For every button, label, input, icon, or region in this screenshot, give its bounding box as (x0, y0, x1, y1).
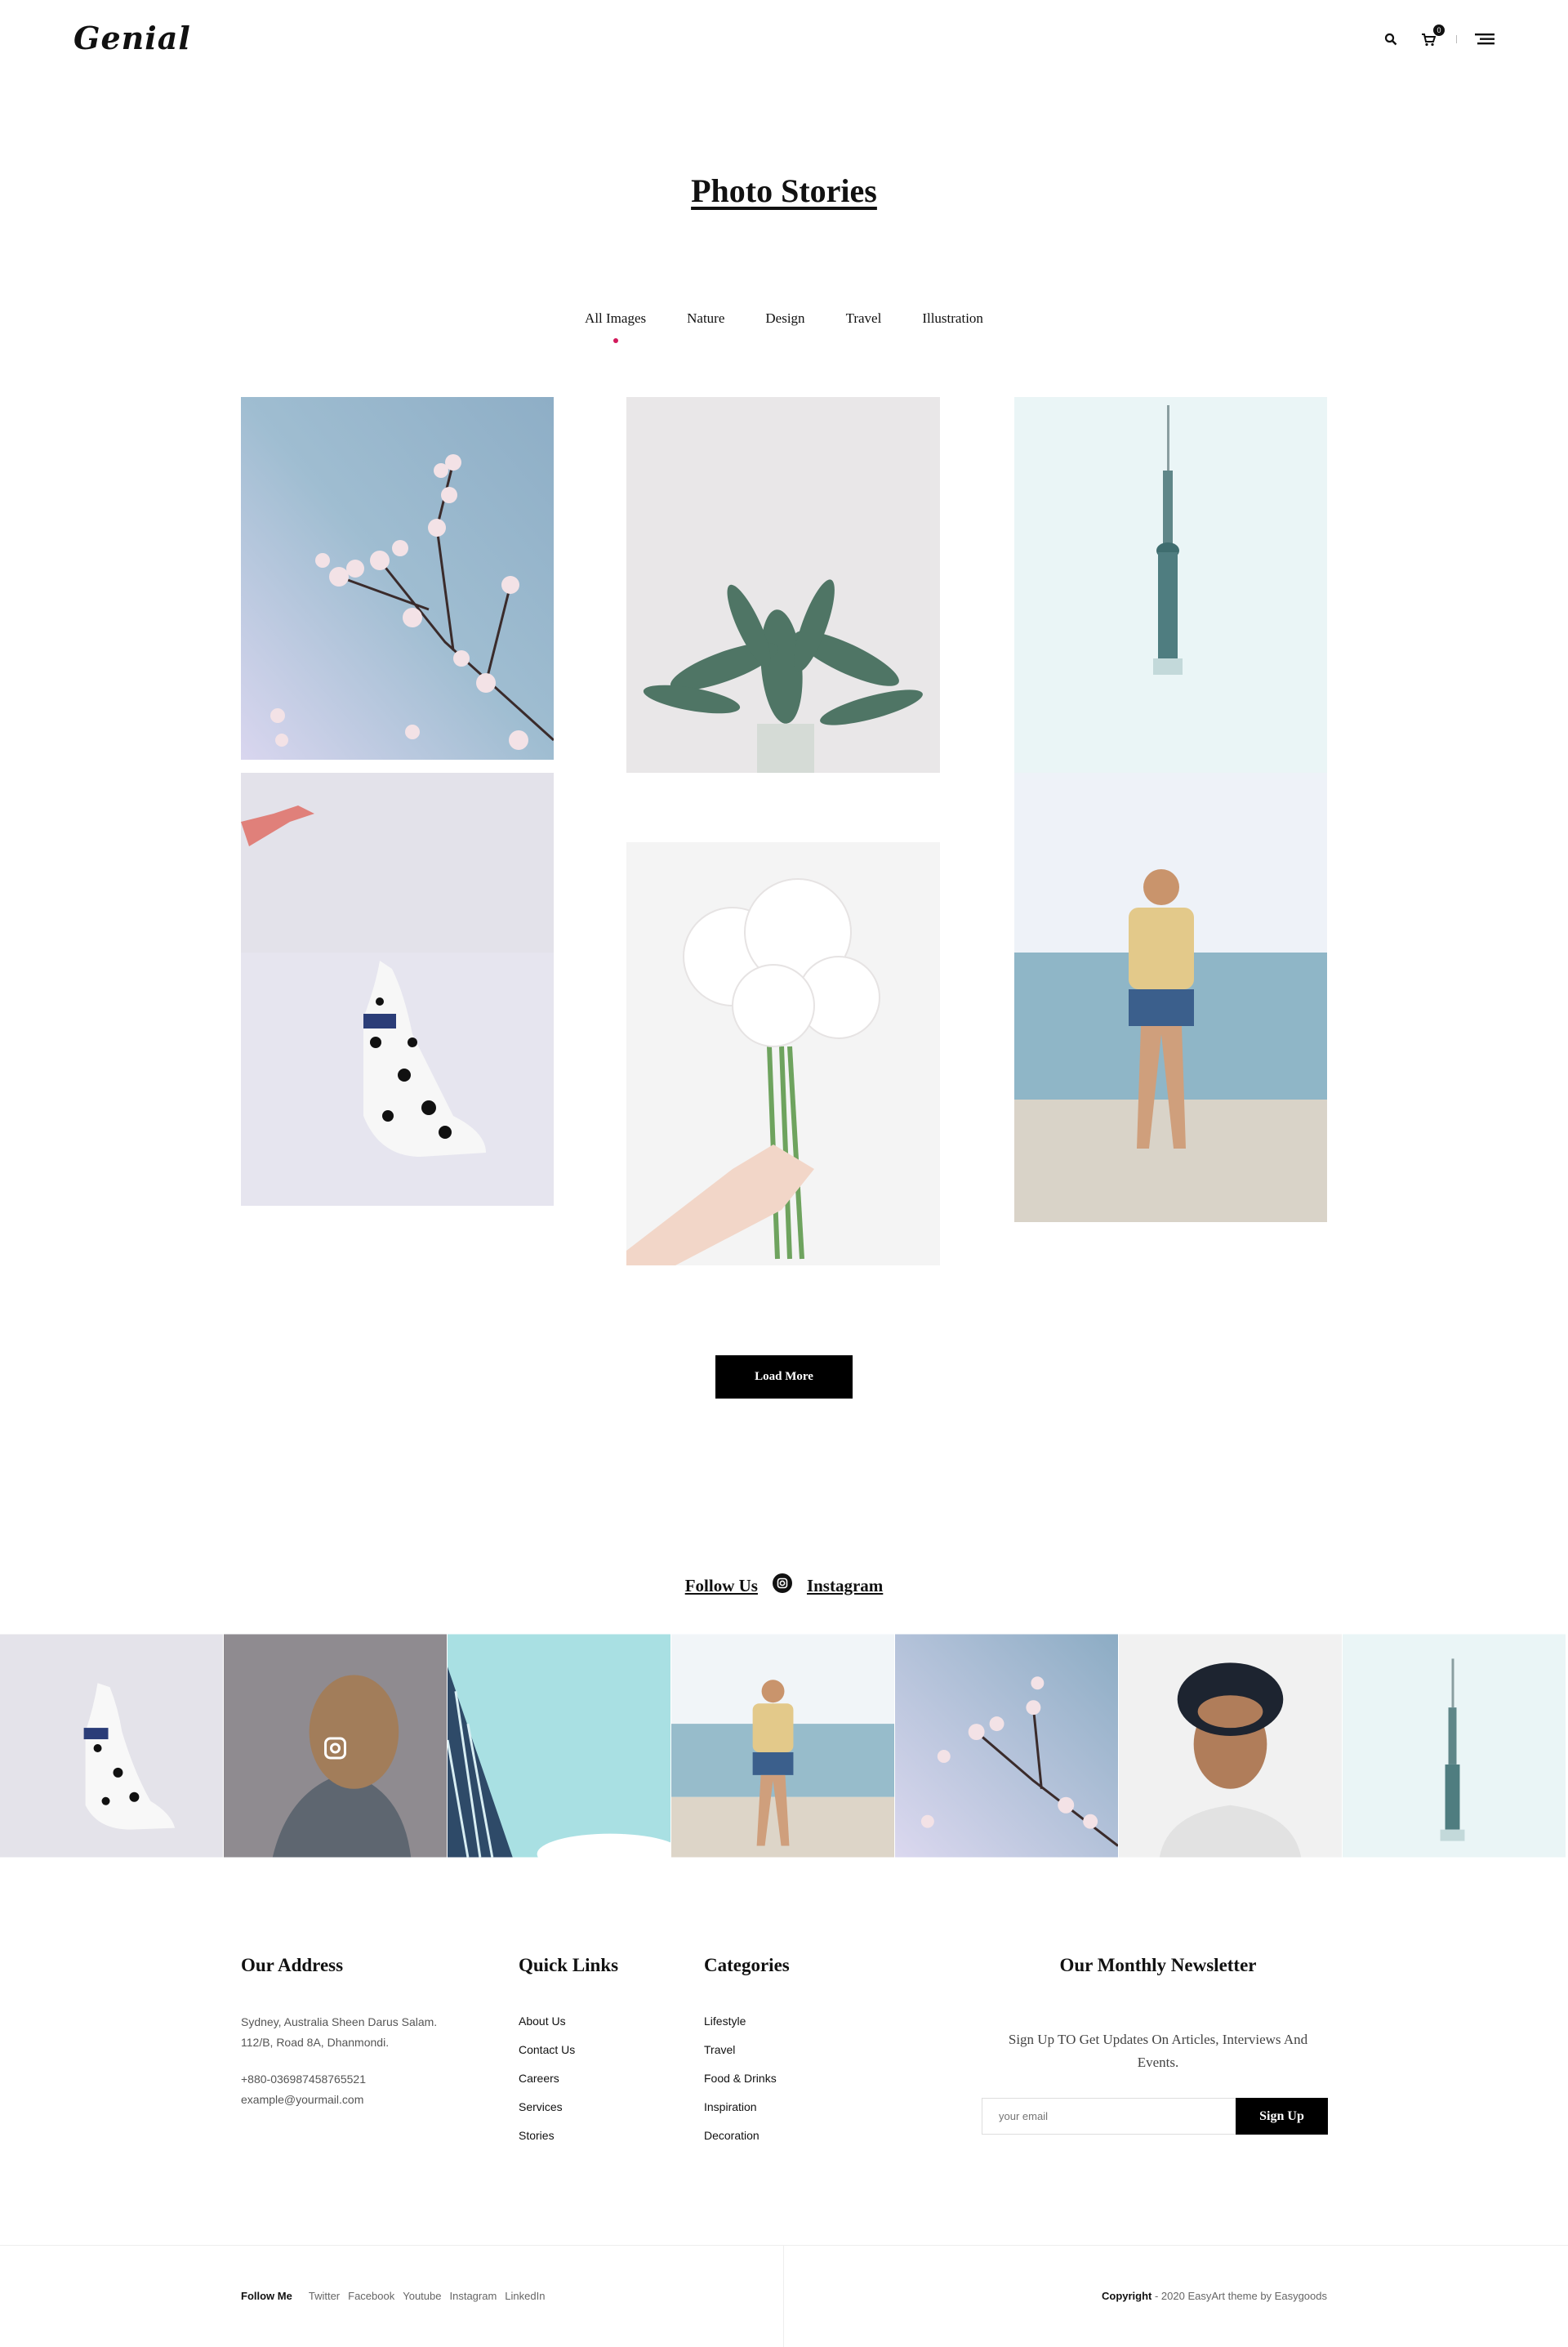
tab-nature[interactable]: Nature (687, 310, 724, 327)
cart-icon[interactable]: 0 (1419, 25, 1445, 49)
tab-travel[interactable]: Travel (846, 310, 882, 327)
quick-link-stories[interactable]: Stories (519, 2129, 575, 2157)
instagram-icon[interactable] (772, 1573, 792, 1598)
gallery-image-potted-eucalyptus[interactable] (626, 397, 940, 773)
follow-me-label: Follow Me (241, 2290, 292, 2302)
newsletter-email-input[interactable] (982, 2098, 1236, 2135)
gallery-image-peony-bouquet[interactable] (626, 842, 940, 1265)
tab-all-images[interactable]: All Images (585, 310, 646, 343)
instagram-image-tv-tower[interactable] (1343, 1634, 1566, 1858)
footer-vertical-divider (783, 2245, 784, 2347)
gallery-image-tv-tower[interactable] (1014, 397, 1327, 773)
quick-links-list: About Us Contact Us Careers Services Sto… (519, 2015, 575, 2157)
copyright-detail: - 2020 EasyArt theme by Easygoods (1152, 2290, 1327, 2302)
social-link-twitter[interactable]: Twitter (309, 2290, 340, 2302)
tab-design[interactable]: Design (765, 310, 804, 327)
footer-divider (0, 2245, 1568, 2246)
address-block: Sydney, Australia Sheen Darus Salam. 112… (241, 2012, 437, 2110)
social-link-youtube[interactable]: Youtube (403, 2290, 441, 2302)
copyright-text: Copyright - 2020 EasyArt theme by Easygo… (1102, 2290, 1327, 2302)
follow-us-link[interactable]: Follow Us (685, 1576, 758, 1596)
tab-illustration[interactable]: Illustration (922, 310, 983, 327)
quick-link-about-us[interactable]: About Us (519, 2015, 575, 2043)
quick-link-contact-us[interactable]: Contact Us (519, 2043, 575, 2072)
copyright-label: Copyright (1101, 2290, 1152, 2302)
header-icons: 0 (1381, 25, 1494, 49)
instagram-image-dalmatian[interactable] (0, 1634, 224, 1858)
newsletter-text: Sign Up TO Get Updates On Articles, Inte… (1008, 2032, 1308, 2070)
page-title: Photo Stories (691, 172, 877, 209)
load-more-button[interactable]: Load More (715, 1355, 853, 1399)
address-phone: +880-036987458765521 (241, 2073, 366, 2086)
follow-me-links: Follow Me Twitter Facebook Youtube Insta… (241, 2290, 545, 2302)
newsletter-title: Our Monthly Newsletter (1059, 1955, 1257, 1975)
address-line-1: Sydney, Australia Sheen Darus Salam. (241, 2015, 438, 2028)
quick-link-services[interactable]: Services (519, 2100, 575, 2129)
search-icon[interactable] (1381, 29, 1401, 49)
quick-links-title: Quick Links (519, 1955, 619, 1975)
social-link-linkedin[interactable]: LinkedIn (505, 2290, 545, 2302)
categories-list: Lifestyle Travel Food & Drinks Inspirati… (704, 2015, 777, 2157)
site-logo[interactable]: Genial (74, 20, 191, 56)
gallery-image-cherry-blossom[interactable] (241, 397, 554, 760)
category-inspiration[interactable]: Inspiration (704, 2100, 777, 2129)
category-travel[interactable]: Travel (704, 2043, 777, 2072)
newsletter-signup-button[interactable]: Sign Up (1236, 2098, 1328, 2135)
category-decoration[interactable]: Decoration (704, 2129, 777, 2157)
social-link-instagram[interactable]: Instagram (449, 2290, 497, 2302)
gallery-image-dalmatian[interactable] (241, 773, 554, 1206)
instagram-image-cherry-blossom[interactable] (895, 1634, 1119, 1858)
address-email[interactable]: example@yourmail.com (241, 2090, 437, 2110)
menu-icon[interactable] (1475, 29, 1494, 49)
social-link-facebook[interactable]: Facebook (348, 2290, 394, 2302)
instagram-image-woman-hair[interactable] (224, 1634, 448, 1858)
address-title: Our Address (241, 1955, 344, 1975)
instagram-strip (0, 1634, 1568, 1858)
cart-count-badge: 0 (1433, 25, 1445, 36)
instagram-image-building[interactable] (448, 1634, 671, 1858)
header-divider (1456, 35, 1457, 43)
gallery-image-woman-beach[interactable] (1014, 773, 1327, 1222)
quick-link-careers[interactable]: Careers (519, 2072, 575, 2100)
category-food-drinks[interactable]: Food & Drinks (704, 2072, 777, 2100)
filter-tabs: All Images Nature Design Travel Illustra… (0, 310, 1568, 343)
instagram-link[interactable]: Instagram (807, 1576, 883, 1596)
instagram-image-man-hat[interactable] (1119, 1634, 1343, 1858)
instagram-image-woman-beach[interactable] (671, 1634, 895, 1858)
category-lifestyle[interactable]: Lifestyle (704, 2015, 777, 2043)
follow-us-heading: Follow Us Instagram (0, 1573, 1568, 1598)
categories-title: Categories (704, 1955, 790, 1975)
address-line-2: 112/B, Road 8A, Dhanmondi. (241, 2036, 390, 2049)
